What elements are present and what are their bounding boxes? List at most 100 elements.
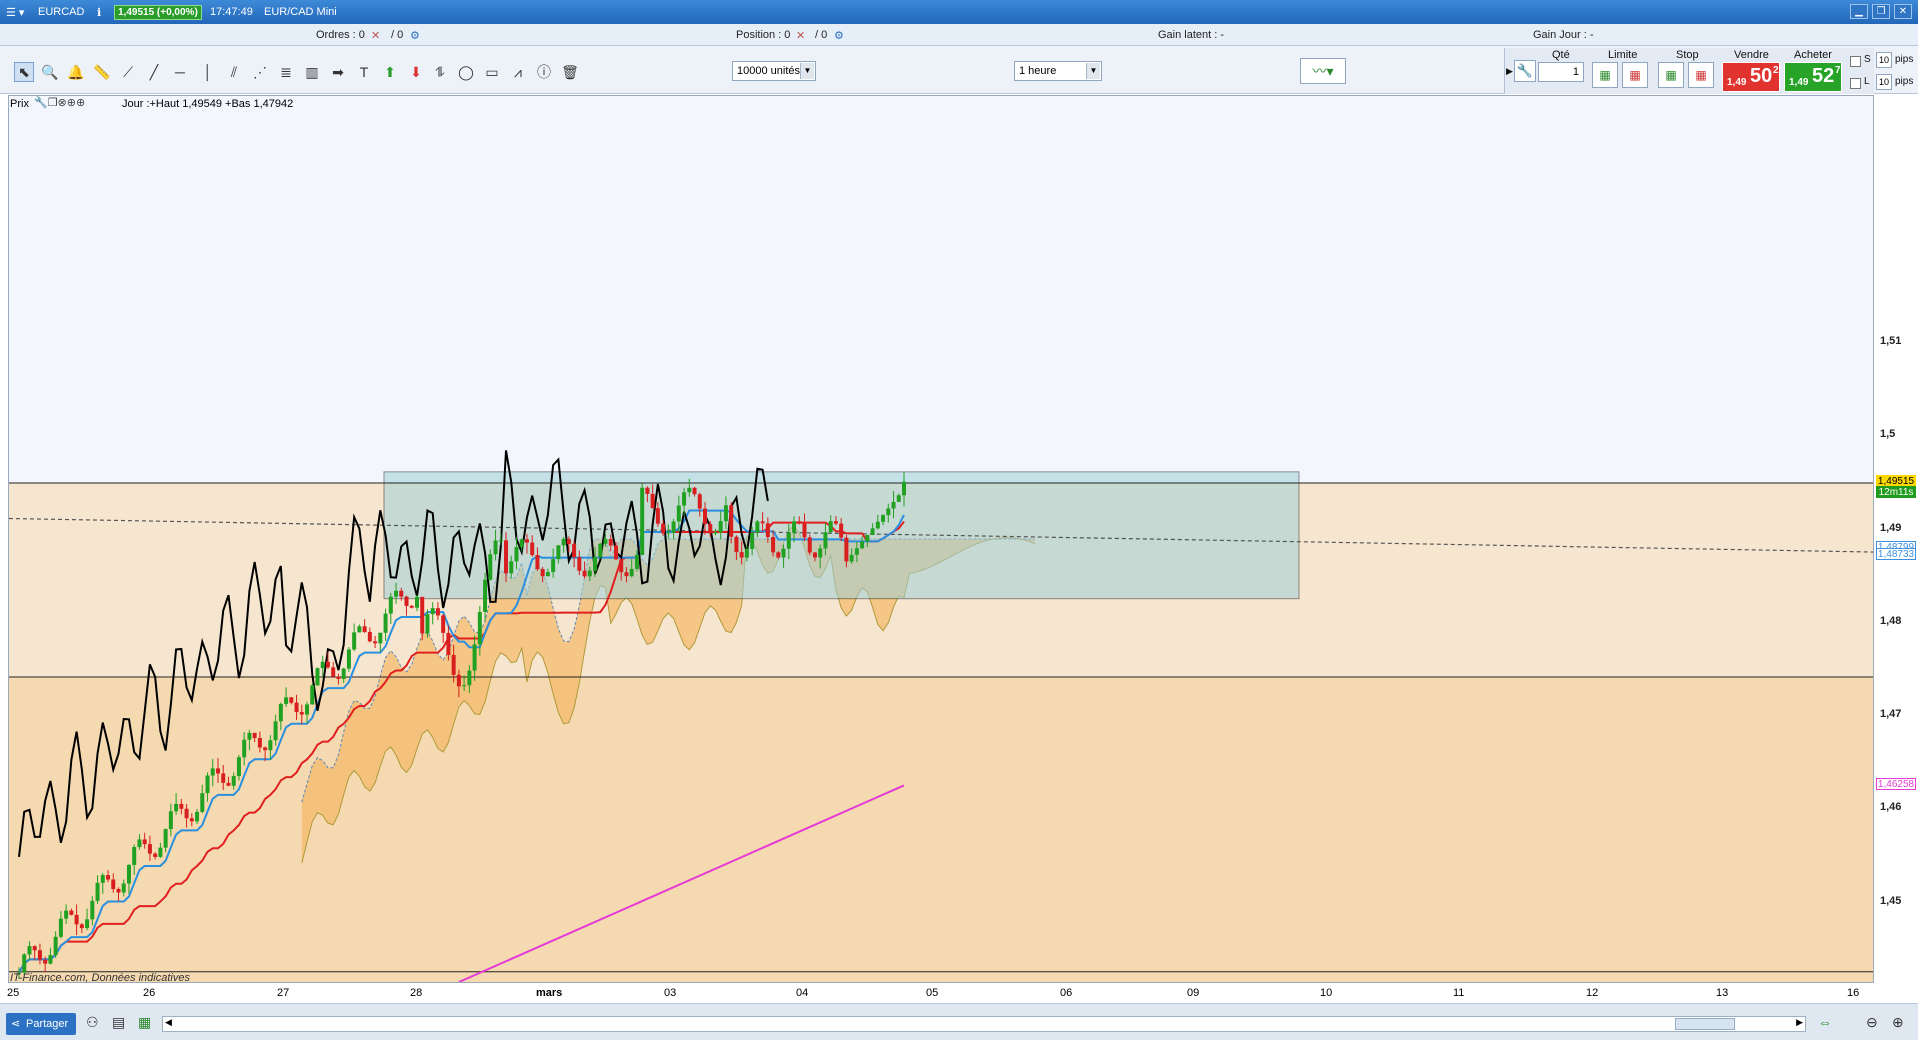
calculator-icon[interactable]: ▤ (112, 1014, 125, 1031)
position-settings-icon[interactable]: ⚙ (834, 29, 844, 42)
symbol-label[interactable]: EURCAD (38, 6, 84, 18)
sell-price-pips: 50 (1750, 65, 1773, 87)
stop-pips-unit: pips (1895, 54, 1914, 65)
ruler-icon[interactable]: 📏 (92, 62, 112, 82)
x-tick-label: 25 (7, 987, 20, 999)
candle-body (289, 697, 294, 703)
candle-body (221, 773, 226, 783)
y-tick-label: 1,47 (1880, 708, 1902, 721)
candle-body (713, 532, 718, 534)
close-button[interactable]: ✕ (1894, 4, 1912, 19)
candle-body (184, 808, 189, 819)
orders-close-icon[interactable]: ✕ (371, 29, 380, 42)
sell-button[interactable]: 1,49 50 2 (1722, 62, 1780, 92)
y-tick-label: 1,5 (1880, 428, 1896, 441)
candle-body (619, 559, 624, 573)
maximize-button[interactable]: ❐ (1872, 4, 1890, 19)
zoom-out-icon[interactable]: ⊖ (1866, 1014, 1878, 1031)
trash-icon[interactable]: 🗑 (560, 62, 580, 82)
chart-controls-icons[interactable]: 🔧❐⊗⊕⊕ (34, 96, 85, 109)
limit-checkbox[interactable] (1850, 78, 1861, 89)
candle-body (849, 554, 854, 562)
candle-body (792, 521, 797, 533)
menu-icon[interactable]: ☰ ▾ (6, 6, 24, 19)
candle-body (210, 768, 215, 776)
gann-icon[interactable]: ▥ (302, 62, 322, 82)
zoom-fit-icon[interactable]: ⇔ (1818, 1014, 1832, 1030)
ellipse-icon[interactable]: ◯ (456, 62, 476, 82)
price-badge: 1,49515 (+0,00%) (114, 5, 202, 20)
zoom-in-icon[interactable]: ⊕ (1892, 1014, 1904, 1031)
candle-body (126, 864, 131, 884)
price-chart[interactable] (8, 95, 1874, 983)
orders-settings-icon[interactable]: ⚙ (410, 29, 420, 42)
limit-sell-button[interactable]: ▦ (1622, 62, 1648, 88)
text-icon[interactable]: T (354, 62, 374, 82)
fan-icon[interactable]: ⋰ (250, 62, 270, 82)
y-tick-label: 1,49 (1880, 521, 1902, 534)
chart-type-button[interactable]: 〰▾ (1300, 58, 1346, 84)
horizontal-scrollbar[interactable]: ◀ ▶ (162, 1016, 1806, 1032)
stop-sell-button[interactable]: ▦ (1688, 62, 1714, 88)
candle-body (744, 548, 749, 558)
chevron-down-icon[interactable]: ▼ (800, 63, 814, 79)
channel-icon[interactable]: ⥮ (430, 62, 450, 82)
scroll-left-arrow[interactable]: ◀ (165, 1017, 172, 1028)
candle-body (231, 776, 236, 786)
arrow-icon[interactable]: ➡ (328, 62, 348, 82)
info-icon[interactable]: ℹ (97, 6, 101, 19)
units-value: 10000 unités (737, 65, 800, 77)
limit-pips-input[interactable]: 10 (1876, 74, 1892, 90)
candle-body (818, 548, 823, 558)
position-close-icon[interactable]: ✕ (796, 29, 805, 42)
rectangle-icon[interactable]: ▭ (482, 62, 502, 82)
alarm-bell-icon[interactable]: 🔔 (66, 62, 86, 82)
y-tick-label: 1,48 (1880, 614, 1902, 627)
scroll-thumb[interactable] (1675, 1018, 1735, 1030)
chart-canvas[interactable] (9, 96, 1873, 982)
horizontal-line-icon[interactable]: ─ (170, 62, 190, 82)
candle-body (812, 552, 817, 558)
buy-button[interactable]: 1,49 52 7 (1784, 62, 1842, 92)
sell-label: Vendre (1734, 49, 1769, 61)
pointer-icon[interactable]: ⬉ (14, 62, 34, 82)
indicator-icon[interactable]: ▦ (138, 1014, 151, 1031)
expand-arrow-icon[interactable]: ▶ (1506, 66, 1513, 77)
stop-pips-input[interactable]: 10 (1876, 52, 1892, 68)
wrench-button[interactable]: 🔧 (1514, 60, 1536, 82)
layout-icon[interactable]: ⚇ (86, 1014, 99, 1031)
stop-checkbox[interactable] (1850, 56, 1861, 67)
candle-body (362, 626, 367, 632)
fibonacci-icon[interactable]: ≣ (276, 62, 296, 82)
candle-body (74, 914, 79, 925)
info-icon[interactable]: ⓘ (534, 62, 554, 82)
interval-select[interactable]: 1 heure ▼ (1014, 61, 1102, 81)
chevron-down-icon[interactable]: ▼ (1086, 63, 1100, 79)
zigzag-icon[interactable]: ⩘ (508, 62, 528, 82)
x-tick-label: 16 (1847, 987, 1860, 999)
units-select[interactable]: 10000 unités ▼ (732, 61, 816, 81)
line-icon[interactable]: ╱ (144, 62, 164, 82)
down-arrow-icon[interactable]: ⬇ (406, 62, 426, 82)
candle-body (273, 721, 278, 741)
stop-buy-button[interactable]: ▦ (1658, 62, 1684, 88)
candle-body (205, 775, 210, 794)
candle-body (472, 644, 477, 671)
share-button[interactable]: ⋖ Partager (6, 1013, 76, 1035)
magnifier-icon[interactable]: 🔍 (40, 62, 60, 82)
candle-body (378, 632, 383, 644)
vertical-line-icon[interactable]: │ (198, 62, 218, 82)
stop-label: Stop (1676, 49, 1699, 61)
qty-input[interactable]: 1 (1538, 62, 1584, 82)
candle-body (299, 712, 304, 715)
segment-icon[interactable]: ⟋ (118, 62, 138, 82)
minimize-button[interactable]: ▁ (1850, 4, 1868, 19)
candle-body (268, 740, 273, 751)
limit-buy-button[interactable]: ▦ (1592, 62, 1618, 88)
parallel-lines-icon[interactable]: ⫽ (224, 62, 244, 82)
prix-label[interactable]: Prix (10, 98, 29, 110)
up-arrow-icon[interactable]: ⬆ (380, 62, 400, 82)
candle-body (456, 674, 461, 687)
scroll-right-arrow[interactable]: ▶ (1796, 1017, 1803, 1028)
candle-body (786, 532, 791, 549)
